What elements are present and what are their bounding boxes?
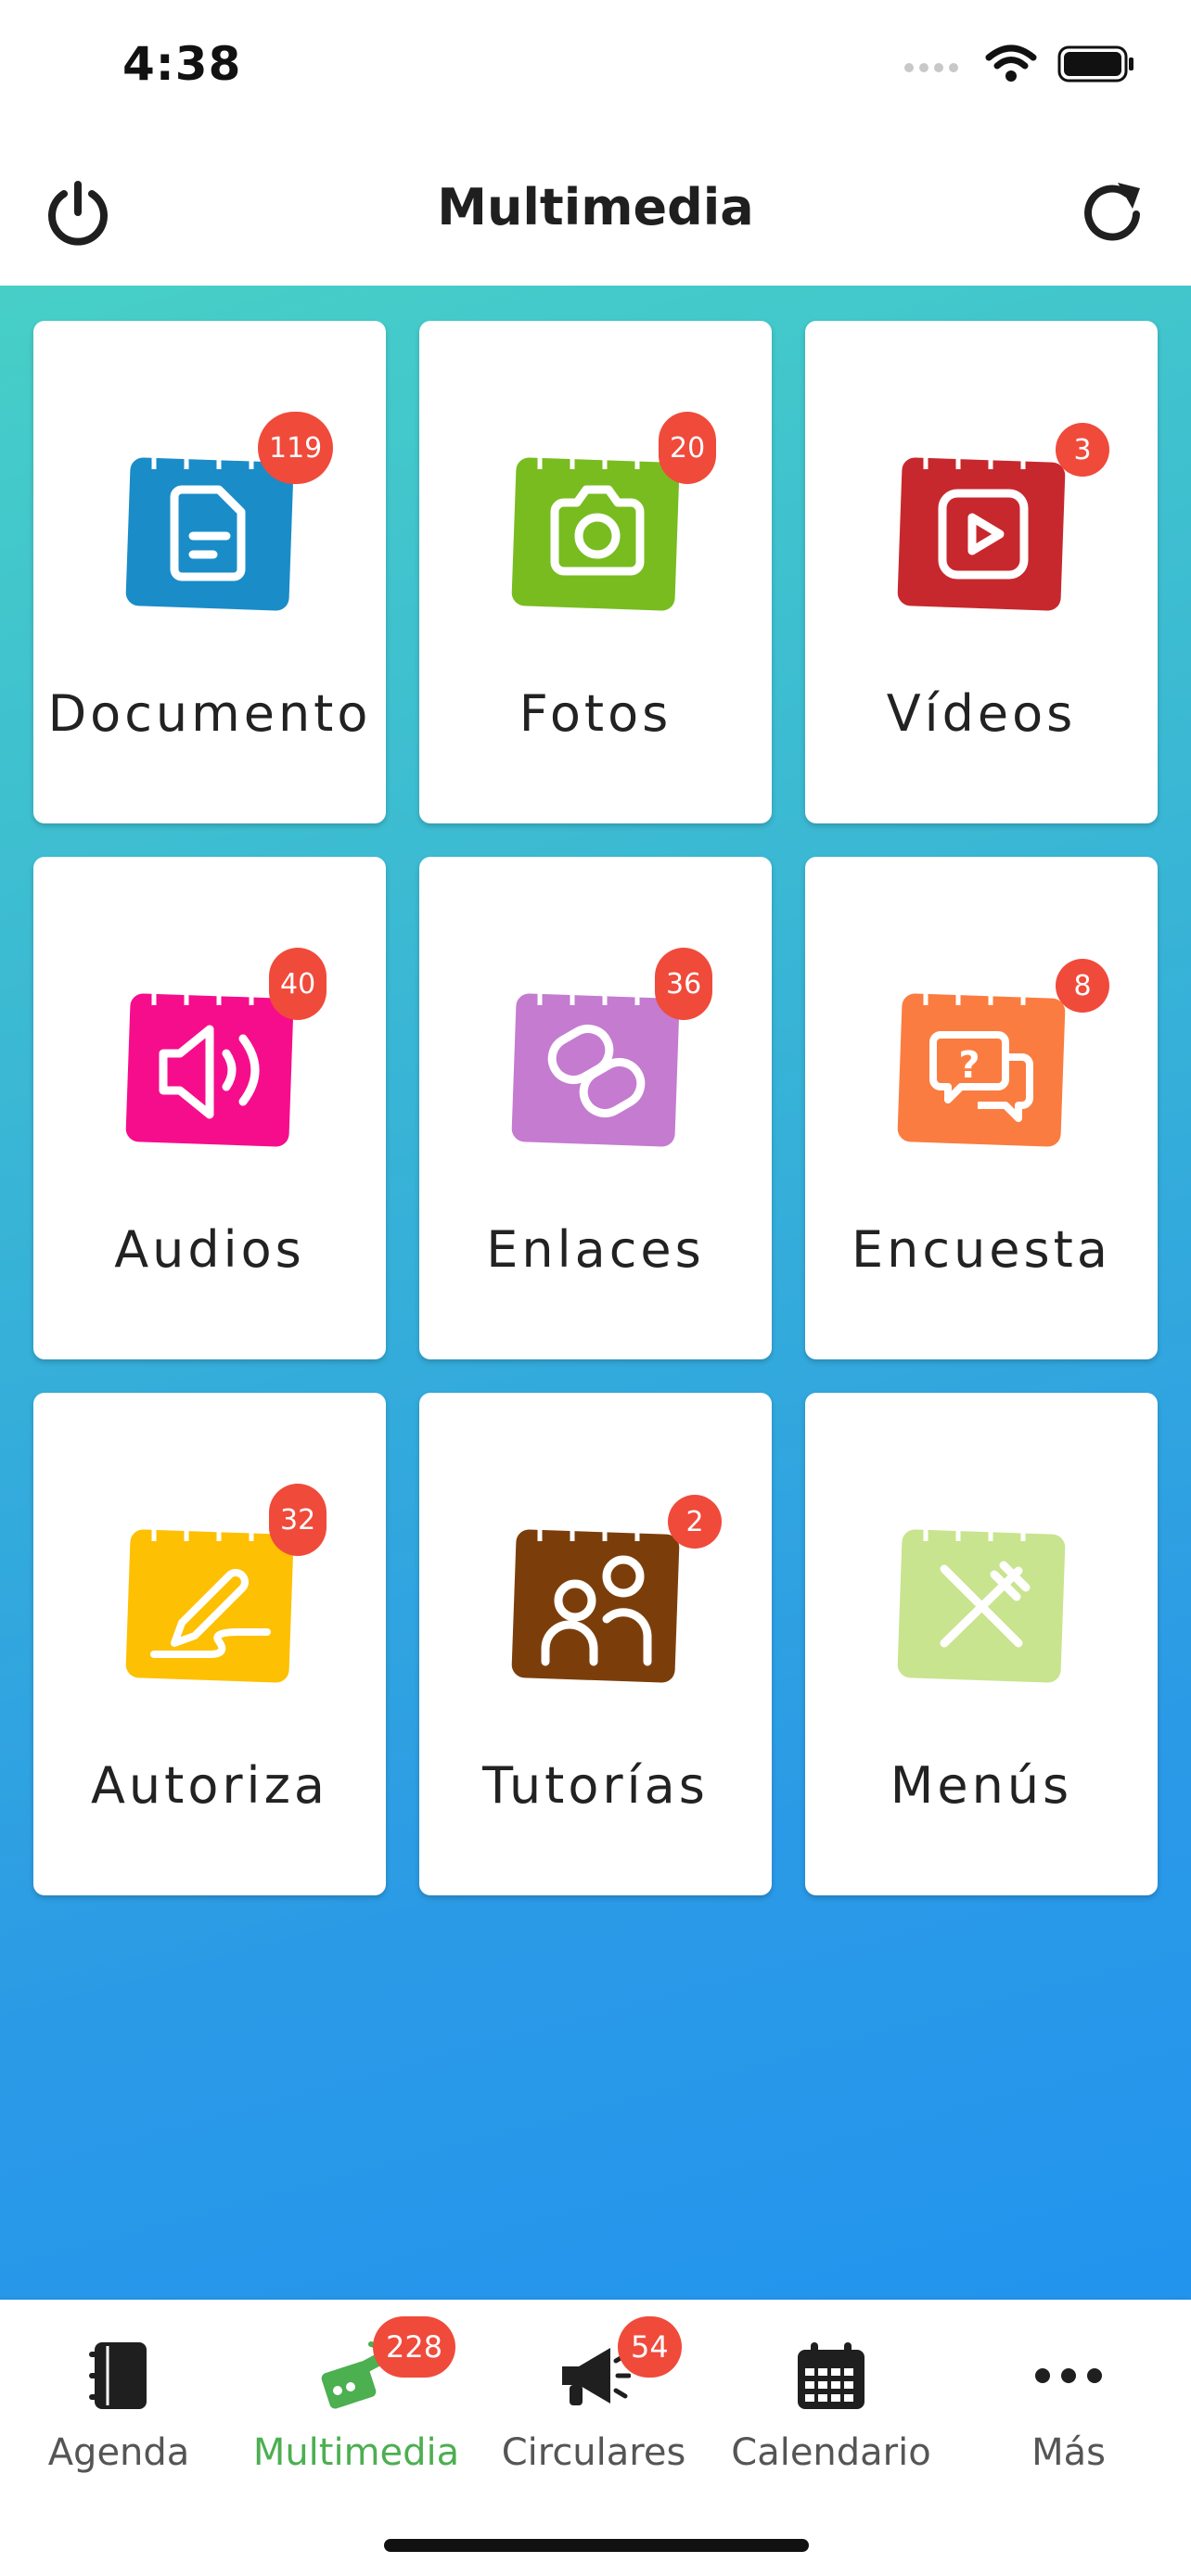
tile-label: Tutorías: [482, 1756, 709, 1815]
people-icon: [511, 1513, 680, 1683]
home-indicator: [384, 2539, 809, 2552]
tab-badge: 228: [373, 2316, 456, 2378]
badge-count: 36: [655, 948, 713, 1020]
tile-videos[interactable]: 3 Vídeos: [805, 321, 1158, 823]
notebook-icon: [89, 2342, 147, 2409]
tile-menus[interactable]: Menús: [805, 1393, 1158, 1895]
tile-enlaces[interactable]: 36 Enlaces: [419, 857, 772, 1359]
tile-fotos[interactable]: 20 Fotos: [419, 321, 772, 823]
tile-tutorias[interactable]: 2 Tutorías: [419, 1393, 772, 1895]
tile-label: Documento: [47, 684, 372, 743]
tile-label: Encuesta: [852, 1220, 1111, 1279]
tab-badge: 54: [618, 2316, 682, 2378]
fork-knife-icon: [897, 1513, 1066, 1683]
status-icons: [903, 45, 1135, 83]
tile-autoriza[interactable]: 32 Autoriza: [33, 1393, 386, 1895]
badge-count: 8: [1056, 959, 1109, 1013]
tab-label: Calendario: [731, 2431, 931, 2474]
tab-label: Agenda: [47, 2431, 190, 2474]
badge-count: 2: [668, 1495, 722, 1549]
tile-label: Audios: [114, 1220, 305, 1279]
tile-documento[interactable]: 119 Documento: [33, 321, 386, 823]
tab-agenda[interactable]: Agenda: [0, 2318, 237, 2485]
badge-count: 32: [269, 1484, 327, 1556]
refresh-button[interactable]: [1074, 174, 1152, 252]
tab-multimedia[interactable]: 228 Multimedia: [237, 2316, 475, 2485]
app-header: Multimedia: [0, 139, 1191, 286]
more-dots-icon: [1035, 2368, 1102, 2383]
svg-text:?: ?: [958, 1044, 980, 1087]
refresh-icon: [1084, 183, 1140, 241]
page-title: Multimedia: [437, 178, 754, 236]
cellular-signal-icon: [904, 63, 958, 72]
status-time: 4:38: [122, 37, 242, 91]
wifi-icon: [985, 45, 1037, 82]
tile-label: Autoriza: [90, 1756, 328, 1815]
tile-label: Enlaces: [486, 1220, 705, 1279]
tile-label: Menús: [890, 1756, 1073, 1815]
tab-bar: Agenda 228 Multimedia 54 Circulares Cale…: [0, 2300, 1191, 2576]
video-play-icon: [897, 441, 1066, 611]
question-chat-icon: ?: [897, 977, 1066, 1147]
calendar-icon: [798, 2342, 864, 2409]
tile-label: Vídeos: [886, 684, 1077, 743]
tab-label: Más: [1031, 2431, 1106, 2474]
tile-audios[interactable]: 40 Audios: [33, 857, 386, 1359]
tab-mas[interactable]: Más: [950, 2318, 1187, 2485]
tab-circulares[interactable]: 54 Circulares: [475, 2316, 712, 2485]
tile-label: Fotos: [519, 684, 672, 743]
badge-count: 119: [258, 412, 334, 484]
tab-label: Circulares: [501, 2431, 686, 2474]
multimedia-grid: 119 Documento 20 Fotos 3 Vídeos 40 Audio…: [0, 286, 1191, 2300]
badge-count: 20: [659, 412, 717, 484]
tile-encuesta[interactable]: ? 8 Encuesta: [805, 857, 1158, 1359]
badge-count: 40: [269, 948, 327, 1020]
status-bar: 4:38: [0, 0, 1191, 139]
battery-icon: [1057, 45, 1133, 83]
tab-label: Multimedia: [252, 2431, 460, 2474]
badge-count: 3: [1056, 423, 1109, 477]
tab-calendario[interactable]: Calendario: [712, 2318, 950, 2485]
